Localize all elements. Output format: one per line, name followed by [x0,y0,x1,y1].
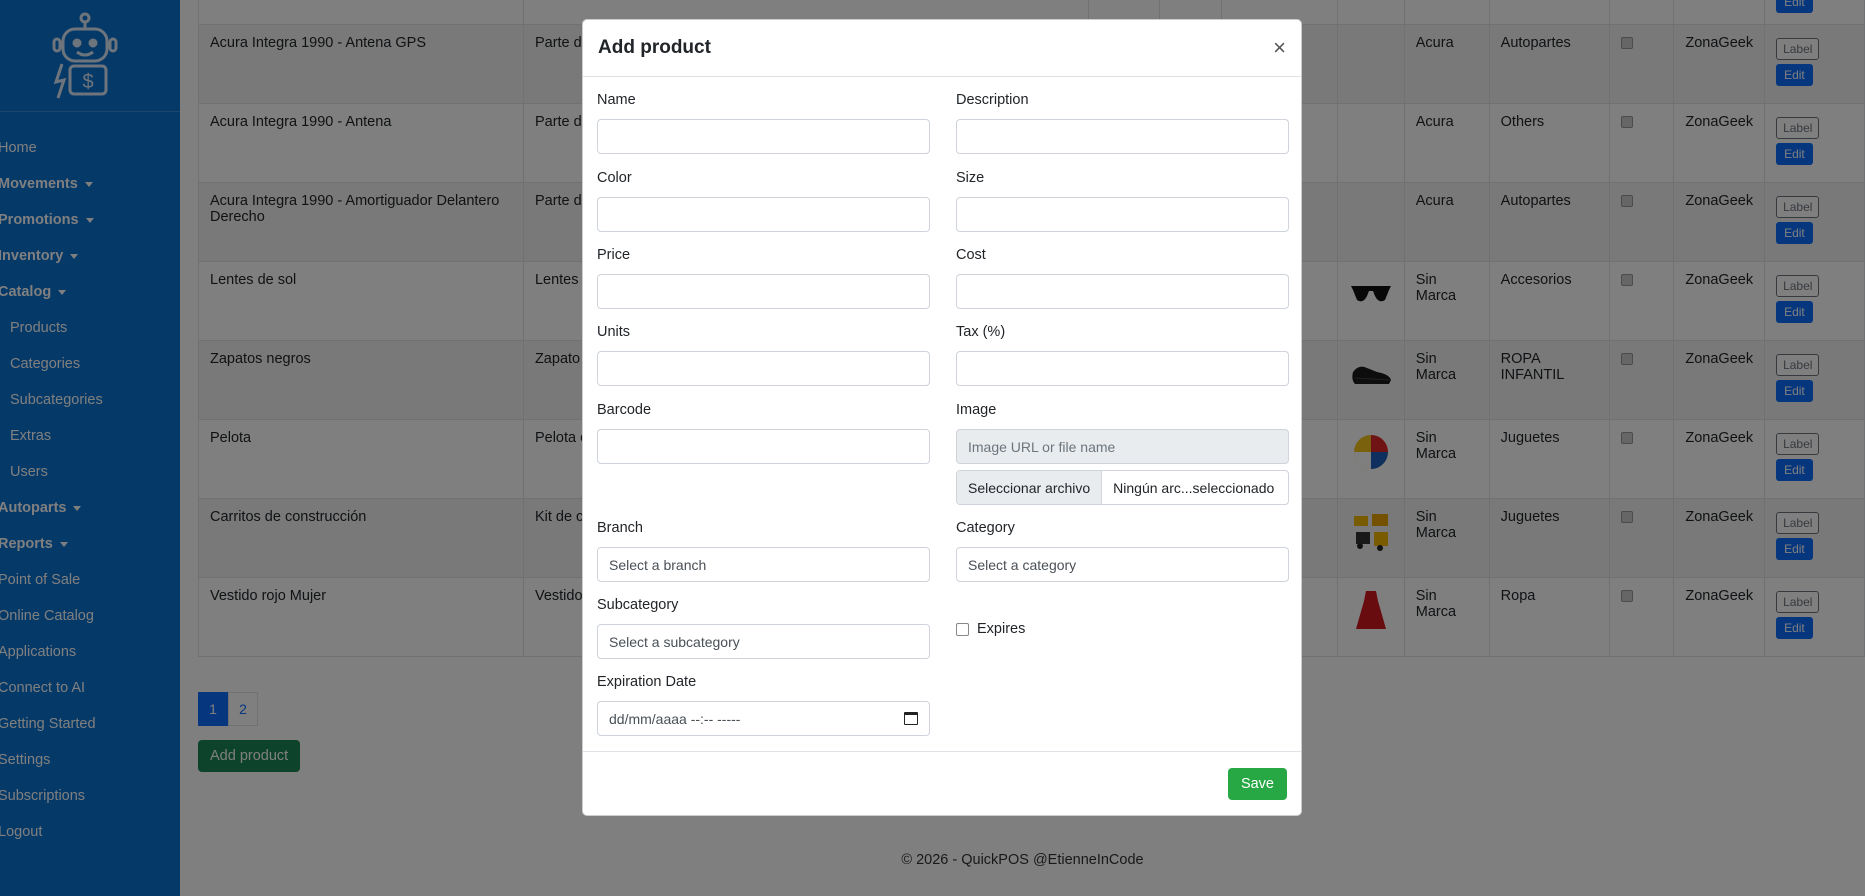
color-input[interactable] [597,197,930,232]
branch-select[interactable]: Select a branch [597,547,930,582]
subcategory-field-group: Subcategory Select a subcategory [597,597,930,659]
modal-body: Name Description Color Size Price Cost U… [583,77,1301,736]
description-input[interactable] [956,119,1289,154]
units-field-group: Units [597,324,930,386]
branch-label: Branch [597,520,643,536]
cost-input[interactable] [956,274,1289,309]
color-field-group: Color [597,170,930,232]
file-name-text: Ningún arc...seleccionado [1113,479,1275,496]
cost-field-group: Cost [956,247,1289,309]
description-field-group: Description [956,92,1289,154]
add-product-modal: Add product × Name Description Color Siz… [582,19,1302,816]
image-field-group: Image Image URL or file name Seleccionar… [956,402,1289,505]
modal-header: Add product × [583,20,1301,77]
tax-input[interactable] [956,351,1289,386]
size-field-group: Size [956,170,1289,232]
branch-field-group: Branch Select a branch [597,520,930,582]
modal-footer: Save [583,751,1301,815]
expiration-date-field-group: Expiration Date dd/mm/aaaa --:-- ----- [597,674,930,736]
units-input[interactable] [597,351,930,386]
price-field-group: Price [597,247,930,309]
category-select[interactable]: Select a category [956,547,1289,582]
price-label: Price [597,247,631,263]
name-label: Name [597,92,636,108]
image-url-input[interactable]: Image URL or file name [956,429,1289,464]
barcode-input[interactable] [597,429,930,464]
subcategory-label: Subcategory [597,597,679,613]
cost-label: Cost [956,247,986,263]
calendar-icon[interactable] [904,712,918,725]
subcategory-select[interactable]: Select a subcategory [597,624,930,659]
choose-file-button[interactable]: Seleccionar archivo [957,471,1103,504]
description-label: Description [956,92,1029,108]
image-label: Image [956,402,997,418]
image-file-input[interactable]: Seleccionar archivo Ningún arc...selecci… [956,470,1289,505]
size-label: Size [956,170,985,186]
expires-checkbox-group[interactable]: Expires [956,621,1025,637]
close-icon[interactable]: × [1273,37,1286,59]
category-field-group: Category Select a category [956,520,1289,582]
modal-title: Add product [598,37,711,58]
expires-checkbox[interactable] [956,622,969,636]
tax-field-group: Tax (%) [956,324,1289,386]
name-input[interactable] [597,119,930,154]
expires-label: Expires [977,621,1026,637]
save-button[interactable]: Save [1227,767,1287,800]
color-label: Color [597,170,632,186]
barcode-label: Barcode [597,402,652,418]
price-input[interactable] [597,274,930,309]
expiration-date-label: Expiration Date [597,674,697,690]
barcode-field-group: Barcode [597,402,930,464]
size-input[interactable] [956,197,1289,232]
tax-label: Tax (%) [956,324,1006,340]
name-field-group: Name [597,92,930,154]
expiration-date-input[interactable]: dd/mm/aaaa --:-- ----- [597,701,930,736]
category-label: Category [956,520,1015,536]
units-label: Units [597,324,631,340]
